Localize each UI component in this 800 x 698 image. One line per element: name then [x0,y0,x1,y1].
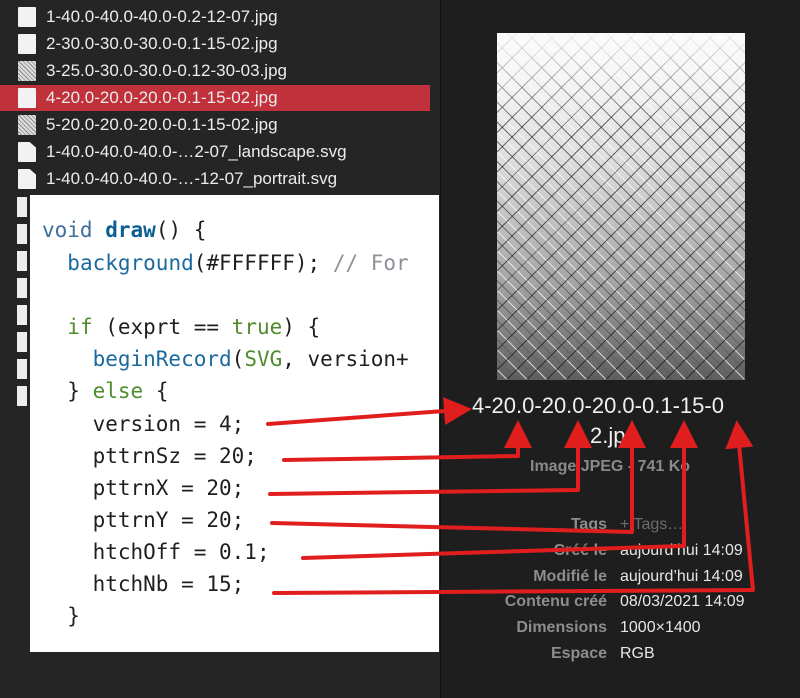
file-list-item[interactable]: 1-40.0-40.0-40.0-0.2-12-07.jpg [0,4,430,30]
code-token-call: beginRecord [92,347,232,371]
image-thumbnail-icon [18,61,36,81]
code-token: } [67,379,93,403]
file-list-item[interactable]: 1-40.0-40.0-40.0-…-12-07_portrait.svg [0,166,430,192]
metadata-value: 1000×1400 [620,619,701,636]
document-icon [18,169,36,189]
code-token-call: background [67,251,194,275]
code-snippet-panel: void draw() { background(#FFFFFF); // Fo… [30,195,439,652]
file-name: 1-40.0-40.0-40.0-…-12-07_portrait.svg [46,169,338,188]
code-line-pattern-x: pttrnX = 20; [42,474,245,502]
code-token: (#FFFFFF); [193,251,333,275]
metadata-value: aujourd’hui 14:09 [620,542,743,559]
code-token: (exprt == [92,315,232,339]
preview-title-continued: 2.jpg [590,423,638,448]
metadata-key: Tags [570,516,607,533]
file-list-item[interactable]: 1-40.0-40.0-40.0-…2-07_landscape.svg [0,139,430,165]
code-line-begin-record: beginRecord(SVG, version+ [42,345,409,373]
code-line-if: if (exprt == true) { [42,313,320,341]
tags-input[interactable]: + Tags… [620,516,683,534]
code-line-close: } [42,602,80,630]
metadata-row-content-created: Contenu créé 08/03/2021 14:09 [441,593,800,617]
code-line-pattern-size: pttrnSz = 20; [42,442,257,470]
code-line-version: version = 4; [42,410,245,438]
metadata-value: 08/03/2021 14:09 [620,593,745,610]
metadata-row-modified: Modifié le aujourd’hui 14:09 [441,568,800,592]
metadata-row-tags: Tags + Tags… [441,516,800,540]
metadata-value: aujourd’hui 14:09 [620,568,743,585]
metadata-row-created: Créé le aujourd’hui 14:09 [441,542,800,566]
code-token-type: void [42,218,93,242]
preview-image [497,33,745,380]
file-list-item-selected[interactable]: 4-20.0-20.0-20.0-0.1-15-02.jpg [0,85,430,111]
code-assignment: htchOff = 0.1; [92,540,270,564]
metadata-key: Contenu créé [504,593,607,610]
code-token: ) { [282,315,321,339]
document-icon [17,332,27,352]
file-name: 1-40.0-40.0-40.0-…2-07_landscape.svg [46,142,347,161]
file-name: 2-30.0-30.0-30.0-0.1-15-02.jpg [46,34,278,53]
metadata-value: RGB [620,645,655,662]
code-line-draw: void draw() { [42,216,206,244]
image-file-icon [18,88,36,108]
code-assignment: pttrnX = 20; [92,476,245,500]
file-list-item[interactable]: 2-30.0-30.0-30.0-0.1-15-02.jpg [0,31,430,57]
image-thumbnail-icon [18,115,36,135]
metadata-key: Espace [550,645,607,662]
code-token-function: draw [105,218,156,242]
document-icon [17,224,27,244]
code-assignment: pttrnSz = 20; [92,444,257,468]
code-token-literal: true [231,315,283,339]
metadata-key: Créé le [553,542,607,559]
file-name: 1-40.0-40.0-40.0-0.2-12-07.jpg [46,7,278,26]
code-line-else: } else { [42,377,168,405]
code-token-constant: SVG [244,347,283,371]
code-token-keyword: else [92,379,144,403]
document-icon [17,278,27,298]
metadata-row-dimensions: Dimensions 1000×1400 [441,619,800,643]
code-line-background: background(#FFFFFF); // For [42,249,409,277]
code-line-hatch-offset: htchOff = 0.1; [42,538,270,566]
metadata-key: Modifié le [533,568,607,585]
document-icon [18,142,36,162]
preview-title: 4-20.0-20.0-20.0-0.1-15-0 [472,393,724,418]
code-line-pattern-y: pttrnY = 20; [42,506,245,534]
code-assignment: version = 4; [92,412,245,436]
file-name: 4-20.0-20.0-20.0-0.1-15-02.jpg [46,88,278,107]
document-icon [17,386,27,406]
code-assignment: pttrnY = 20; [92,508,245,532]
image-file-icon [18,7,36,27]
metadata-row-color-space: Espace RGB [441,645,800,669]
metadata-key: Dimensions [516,619,607,636]
file-name: 5-20.0-20.0-20.0-0.1-15-02.jpg [46,115,278,134]
document-icon [17,359,27,379]
document-icon [17,197,27,217]
code-assignment: htchNb = 15; [92,572,245,596]
code-token: } [67,604,80,628]
file-kind-size: Image JPEG - 741 Ko [530,458,691,475]
code-token: , version+ [282,347,409,371]
image-file-icon [18,34,36,54]
code-token: ( [231,347,245,371]
code-token: () { [155,218,207,242]
document-icon [17,305,27,325]
file-list-item[interactable]: 3-25.0-30.0-30.0-0.12-30-03.jpg [0,58,430,84]
code-line-hatch-number: htchNb = 15; [42,570,245,598]
document-icon [17,251,27,271]
file-list-item[interactable]: 5-20.0-20.0-20.0-0.1-15-02.jpg [0,112,430,138]
code-comment: // For [332,251,409,275]
pattern-fade [497,33,745,123]
code-token-keyword: if [67,315,93,339]
file-name: 3-25.0-30.0-30.0-0.12-30-03.jpg [46,61,287,80]
code-token: { [143,379,169,403]
